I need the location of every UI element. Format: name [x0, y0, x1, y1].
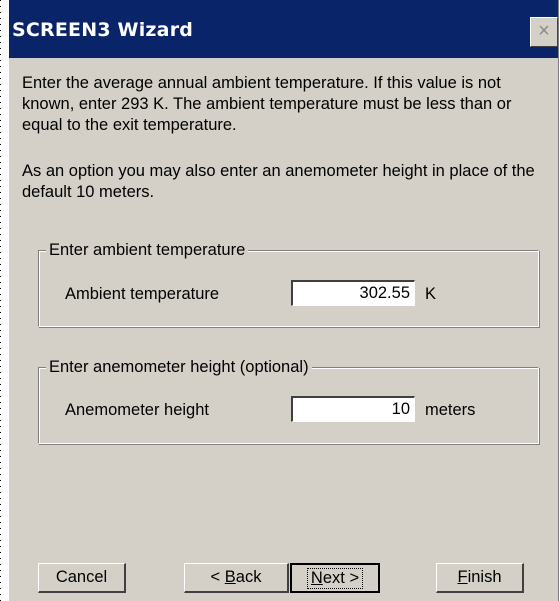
ambient-temperature-unit: K	[425, 285, 437, 303]
ambient-temperature-group: Enter ambient temperature Ambient temper…	[38, 240, 539, 327]
ambient-temperature-label: Ambient temperature	[65, 285, 220, 303]
anemometer-height-group: Enter anemometer height (optional) Anemo…	[38, 357, 539, 444]
wizard-dialog: SCREEN3 Wizard × Enter the average annua…	[9, 0, 559, 601]
title-bar: SCREEN3 Wizard ×	[9, 0, 558, 58]
ambient-group-legend: Enter ambient temperature	[46, 240, 249, 260]
next-button-label: Next >	[306, 568, 364, 589]
finish-button[interactable]: Finish	[436, 563, 524, 593]
instruction-paragraph-2: As an option you may also enter an anemo…	[22, 162, 535, 201]
back-button-label: < Back	[210, 568, 262, 586]
next-button[interactable]: Next >	[290, 563, 380, 593]
cancel-button-label: Cancel	[55, 568, 108, 586]
anemometer-height-unit: meters	[425, 401, 476, 419]
cancel-button[interactable]: Cancel	[38, 563, 126, 593]
back-button[interactable]: < Back	[184, 563, 289, 593]
close-icon: ×	[538, 20, 550, 42]
anemometer-group-legend: Enter anemometer height (optional)	[46, 357, 312, 377]
anemometer-height-input[interactable]	[291, 396, 415, 422]
finish-button-label: Finish	[457, 568, 502, 586]
close-button[interactable]: ×	[530, 17, 558, 47]
ambient-temperature-input[interactable]	[291, 280, 415, 306]
instruction-paragraph-1: Enter the average annual ambient tempera…	[22, 74, 512, 134]
window-title: SCREEN3 Wizard	[12, 19, 194, 41]
anemometer-height-label: Anemometer height	[65, 401, 209, 419]
left-edge-marks	[0, 0, 9, 601]
